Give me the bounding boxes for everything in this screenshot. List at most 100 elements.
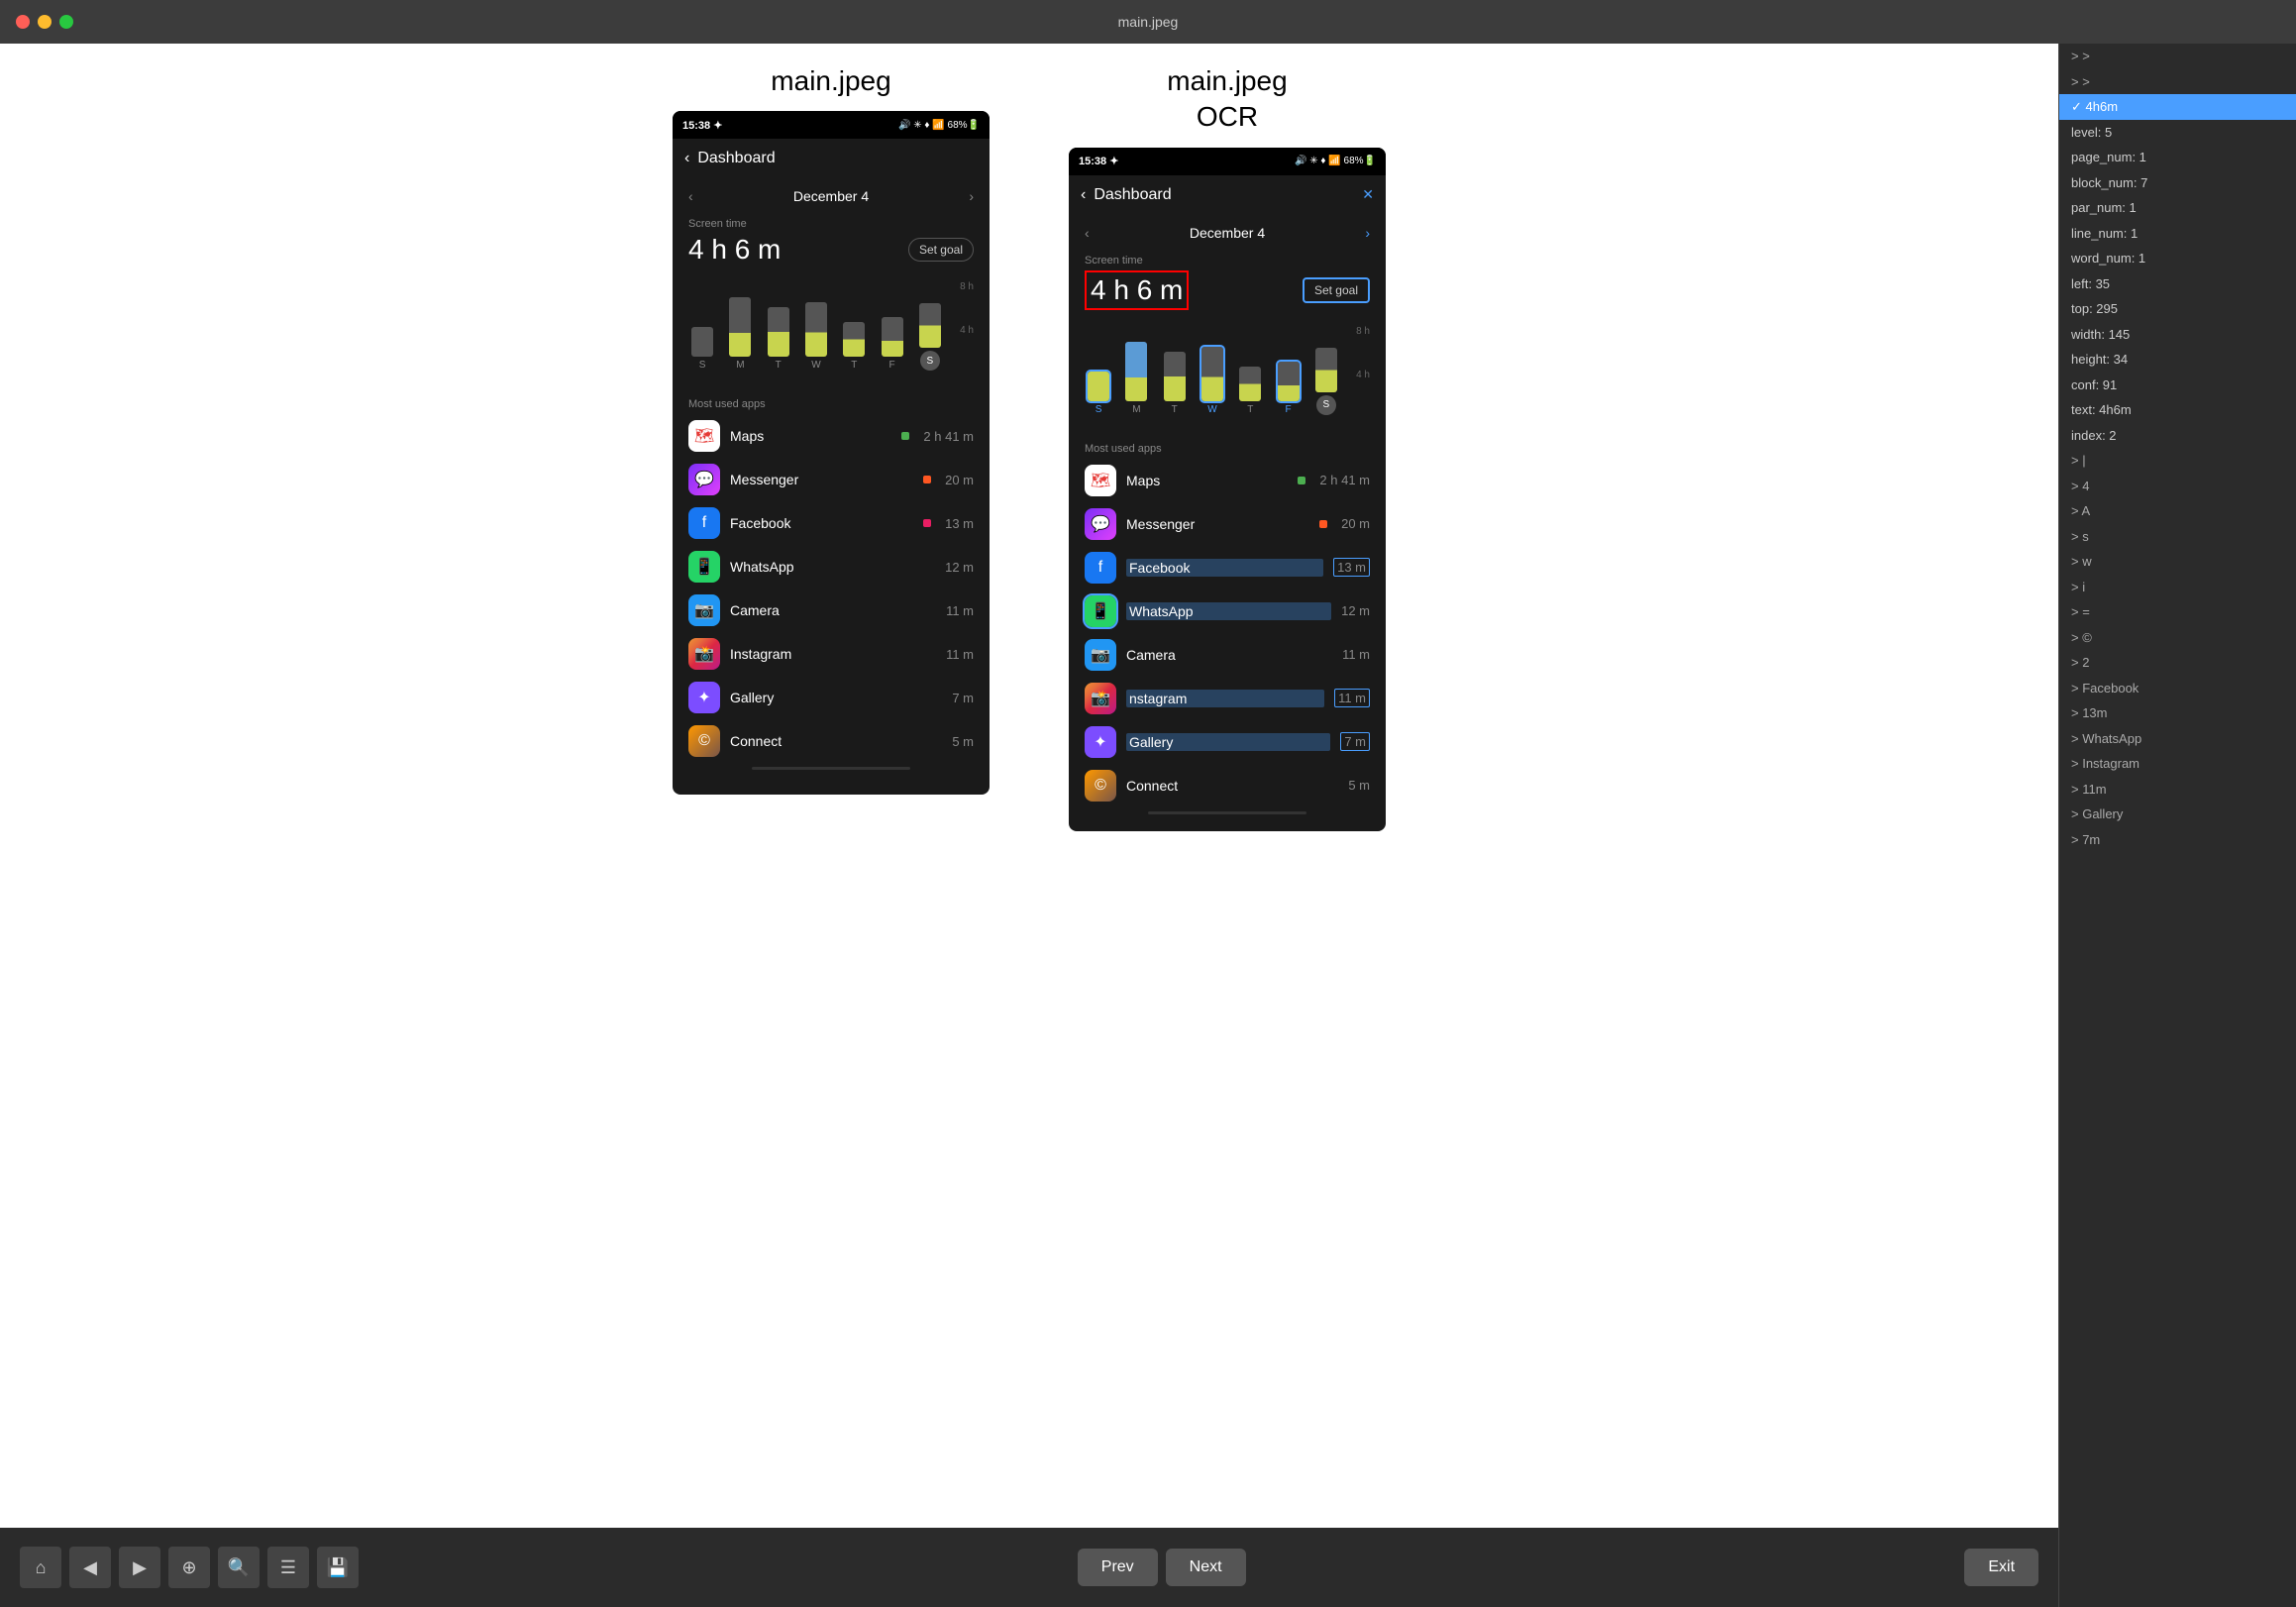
- ocr-messenger-name: Messenger: [1126, 516, 1309, 532]
- back-arrow[interactable]: ‹: [684, 150, 689, 167]
- prev-page-button[interactable]: ◀: [69, 1547, 111, 1588]
- left-panel: main.jpeg 15:38 ✦ 🔊 ✳ ♦ 📶 68%🔋 ‹ Dashboa…: [0, 44, 2058, 1607]
- maps-indicator: [901, 432, 909, 440]
- ocr-prev-date-arrow[interactable]: ‹: [1085, 225, 1090, 241]
- ocr-panel-item[interactable]: > Facebook: [2059, 676, 2296, 701]
- ocr-panel-item[interactable]: top: 295: [2059, 296, 2296, 322]
- ocr-panel-item[interactable]: > 13m: [2059, 700, 2296, 726]
- ocr-panel-item[interactable]: > =: [2059, 599, 2296, 625]
- fit-button[interactable]: ⊕: [168, 1547, 210, 1588]
- content-area: main.jpeg 15:38 ✦ 🔊 ✳ ♦ 📶 68%🔋 ‹ Dashboa…: [0, 44, 2058, 1528]
- ocr-panel-item[interactable]: level: 5: [2059, 120, 2296, 146]
- connect-time: 5 m: [952, 734, 974, 749]
- ocr-section: main.jpeg OCR 15:38 ✦ 🔊 ✳ ♦ 📶 68%🔋 ‹ Das…: [1069, 63, 1386, 831]
- ocr-panel-item[interactable]: width: 145: [2059, 322, 2296, 348]
- prev-button[interactable]: Prev: [1078, 1549, 1158, 1586]
- ocr-phone: 15:38 ✦ 🔊 ✳ ♦ 📶 68%🔋 ‹ Dashboard ✕ ‹ Dec…: [1069, 148, 1386, 831]
- ocr-set-goal-button[interactable]: Set goal: [1303, 277, 1370, 303]
- save-button[interactable]: 💾: [317, 1547, 359, 1588]
- ocr-panel-item[interactable]: par_num: 1: [2059, 195, 2296, 221]
- ocr-most-used-label: Most used apps: [1069, 437, 1386, 459]
- ocr-panel-item[interactable]: > >: [2059, 44, 2296, 69]
- title-bar: main.jpeg: [0, 0, 2296, 44]
- ocr-panel-item[interactable]: > 4: [2059, 474, 2296, 499]
- app-row-gallery: ✦ Gallery 7 m: [673, 676, 990, 719]
- ocr-bar-f: F: [1274, 362, 1302, 415]
- ocr-panel-item[interactable]: text: 4h6m: [2059, 397, 2296, 423]
- ocr-instagram-name: nstagram: [1126, 690, 1324, 707]
- next-page-button[interactable]: ▶: [119, 1547, 160, 1588]
- bottom-toolbar: ⌂ ◀ ▶ ⊕ 🔍 ☰ 💾 Prev Next Exit: [0, 1528, 2058, 1607]
- ocr-bars-container: S M T W: [1085, 326, 1370, 415]
- next-date-arrow[interactable]: ›: [969, 188, 974, 204]
- ocr-bar-m: M: [1122, 342, 1150, 415]
- bars-container: S M T: [688, 281, 974, 371]
- close-button[interactable]: [16, 15, 30, 29]
- ocr-status-bar: 15:38 ✦ 🔊 ✳ ♦ 📶 68%🔋: [1069, 148, 1386, 175]
- ocr-facebook-name: Facebook: [1126, 559, 1323, 577]
- ocr-next-date-arrow[interactable]: ›: [1365, 225, 1370, 241]
- ocr-x-button[interactable]: ✕: [1362, 186, 1374, 203]
- ocr-panel-item[interactable]: index: 2: [2059, 423, 2296, 449]
- instagram-icon: 📸: [688, 638, 720, 670]
- ocr-facebook-time: 13 m: [1333, 558, 1370, 577]
- ocr-panel-item[interactable]: > Gallery: [2059, 802, 2296, 827]
- main-time: 4 h 6 m: [688, 234, 781, 266]
- original-phone: 15:38 ✦ 🔊 ✳ ♦ 📶 68%🔋 ‹ Dashboard ‹ Decem…: [673, 111, 990, 795]
- ocr-panel-item[interactable]: line_num: 1: [2059, 221, 2296, 247]
- next-button[interactable]: Next: [1166, 1549, 1246, 1586]
- prev-date-arrow[interactable]: ‹: [688, 188, 693, 204]
- scroll-bar: [752, 767, 910, 770]
- ocr-panel-item[interactable]: > s: [2059, 524, 2296, 550]
- home-button[interactable]: ⌂: [20, 1547, 61, 1588]
- ocr-camera-name: Camera: [1126, 647, 1332, 663]
- ocr-panel-item[interactable]: > ©: [2059, 625, 2296, 651]
- ocr-title: main.jpeg OCR: [1167, 63, 1287, 136]
- window-controls: [16, 15, 73, 29]
- set-goal-button[interactable]: Set goal: [908, 238, 974, 262]
- ocr-app-row-camera: 📷 Camera 11 m: [1069, 633, 1386, 677]
- bar-f: F: [878, 317, 905, 371]
- ocr-panel-item[interactable]: > 2: [2059, 650, 2296, 676]
- ocr-panel-item[interactable]: > w: [2059, 549, 2296, 575]
- ocr-panel-item[interactable]: word_num: 1: [2059, 246, 2296, 271]
- ocr-chart-4h: 4 h: [1356, 370, 1370, 380]
- screen-time-label: Screen time: [673, 214, 990, 230]
- ocr-panel-item[interactable]: > >: [2059, 69, 2296, 95]
- maps-name: Maps: [730, 428, 891, 444]
- app-row-camera: 📷 Camera 11 m: [673, 589, 990, 632]
- ocr-maps-icon: 🗺: [1085, 465, 1116, 496]
- ocr-connect-icon: ©: [1085, 770, 1116, 802]
- ocr-messenger-icon: 💬: [1085, 508, 1116, 540]
- ocr-whatsapp-icon: 📱: [1085, 595, 1116, 627]
- ocr-panel-item[interactable]: > i: [2059, 575, 2296, 600]
- ocr-panel-item[interactable]: > Instagram: [2059, 751, 2296, 777]
- ocr-screen-time-label: Screen time: [1069, 251, 1386, 267]
- ocr-bar-t2: T: [1236, 367, 1264, 415]
- ocr-panel-item[interactable]: left: 35: [2059, 271, 2296, 297]
- ocr-panel-item[interactable]: > |: [2059, 448, 2296, 474]
- ocr-panel-item[interactable]: ✓ 4h6m: [2059, 94, 2296, 120]
- ocr-panel-item[interactable]: page_num: 1: [2059, 145, 2296, 170]
- instagram-time: 11 m: [946, 647, 974, 662]
- ocr-panel-item[interactable]: block_num: 7: [2059, 170, 2296, 196]
- ocr-panel-item[interactable]: > 7m: [2059, 827, 2296, 853]
- ocr-panel-item[interactable]: conf: 91: [2059, 373, 2296, 398]
- ocr-camera-icon: 📷: [1085, 639, 1116, 671]
- window-title: main.jpeg: [1118, 14, 1179, 30]
- ocr-app-row-instagram: 📸 nstagram 11 m: [1069, 677, 1386, 720]
- ocr-panel-item[interactable]: > 11m: [2059, 777, 2296, 803]
- ocr-panel-item[interactable]: height: 34: [2059, 347, 2296, 373]
- ocr-back-arrow[interactable]: ‹: [1081, 186, 1086, 204]
- ocr-maps-name: Maps: [1126, 473, 1288, 488]
- ocr-date-bar: ‹ December 4 ›: [1069, 215, 1386, 251]
- list-button[interactable]: ☰: [267, 1547, 309, 1588]
- ocr-chart: 8 h 4 h S M: [1069, 318, 1386, 437]
- ocr-app-row-facebook: f Facebook 13 m: [1069, 546, 1386, 589]
- maximize-button[interactable]: [59, 15, 73, 29]
- minimize-button[interactable]: [38, 15, 52, 29]
- ocr-panel-item[interactable]: > A: [2059, 498, 2296, 524]
- search-button[interactable]: 🔍: [218, 1547, 260, 1588]
- exit-button[interactable]: Exit: [1964, 1549, 2038, 1586]
- ocr-panel-item[interactable]: > WhatsApp: [2059, 726, 2296, 752]
